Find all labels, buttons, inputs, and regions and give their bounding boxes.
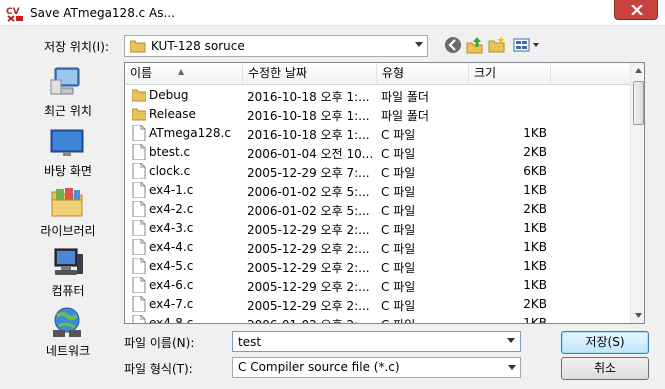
file-icon: [132, 296, 146, 312]
view-menu-icon: [513, 38, 539, 52]
folder-icon: [132, 89, 146, 102]
back-button[interactable]: [444, 36, 464, 56]
folder-icon: [130, 40, 146, 53]
save-button[interactable]: 저장(S): [561, 331, 649, 354]
column-header-name[interactable]: 이름 ▲: [125, 63, 243, 85]
file-row[interactable]: ATmega128.c 2016-10-18 오후 1:... C 파일 1KB: [125, 124, 630, 143]
file-type-select[interactable]: C Compiler source file (*.c): [232, 357, 521, 378]
file-row[interactable]: Debug 2016-10-18 오후 1:... 파일 폴더: [125, 86, 630, 105]
file-row[interactable]: clock.c 2005-12-29 오후 7:... C 파일 6KB: [125, 162, 630, 181]
file-icon: [132, 239, 146, 255]
new-folder-button[interactable]: [488, 36, 508, 56]
place-network[interactable]: 네트워크: [22, 304, 114, 360]
file-row[interactable]: Release 2016-10-18 오후 1:... 파일 폴더: [125, 105, 630, 124]
recent-places-icon: [50, 67, 80, 95]
cancel-button[interactable]: 취소: [561, 357, 649, 380]
save-in-value: KUT-128 soruce: [151, 39, 245, 53]
file-row[interactable]: ex4-5.c 2005-12-29 오후 2:... C 파일 1KB: [125, 257, 630, 276]
save-in-combobox[interactable]: KUT-128 soruce: [124, 35, 428, 57]
file-type-value: C Compiler source file (*.c): [238, 360, 400, 374]
cvavr-icon: CV: [6, 4, 24, 22]
folder-icon: [132, 108, 146, 121]
file-icon: [132, 201, 146, 217]
back-icon: [445, 37, 461, 53]
file-type-label: 파일 형식(T):: [124, 362, 193, 376]
file-row[interactable]: ex4-6.c 2005-12-29 오후 2:... C 파일 1KB: [125, 276, 630, 295]
place-network-label: 네트워크: [45, 344, 91, 358]
chevron-down-icon[interactable]: [507, 338, 515, 343]
desktop-icon: [50, 129, 84, 156]
chevron-down-icon: [415, 42, 423, 47]
file-row[interactable]: ex4-1.c 2006-01-02 오후 5:... C 파일 1KB: [125, 181, 630, 200]
svg-text:CV: CV: [6, 7, 20, 17]
file-list[interactable]: 이름 ▲ 수정한 날짜 유형 크기 Debug 2016-10-18 오후 1:…: [124, 62, 645, 324]
file-name-input[interactable]: [232, 331, 521, 352]
title-bar: CV Save ATmega128.c As...: [0, 0, 665, 26]
libraries-icon: [51, 188, 83, 217]
places-bar: 최근 위치 바탕 화면 라이브러리 컴퓨터 네트워크: [22, 62, 114, 362]
file-icon: [132, 182, 146, 198]
save-in-label: 저장 위치(I):: [44, 40, 109, 54]
column-type-label: 유형: [382, 66, 405, 80]
file-name-label: 파일 이름(N):: [124, 336, 195, 350]
computer-icon: [54, 248, 83, 275]
file-icon: [132, 220, 146, 236]
place-libraries[interactable]: 라이브러리: [22, 184, 114, 240]
column-header-type[interactable]: 유형: [377, 63, 469, 85]
place-computer[interactable]: 컴퓨터: [22, 244, 114, 300]
close-icon: [631, 5, 643, 15]
place-libraries-label: 라이브러리: [40, 224, 96, 238]
sort-arrow-icon: ▲: [178, 67, 185, 76]
vertical-scrollbar[interactable]: [630, 63, 645, 323]
chevron-down-icon: [508, 365, 516, 370]
file-icon: [132, 125, 146, 141]
file-icon: [132, 163, 146, 179]
up-one-level-button[interactable]: [466, 36, 486, 56]
scroll-up-arrow-icon[interactable]: [631, 63, 645, 79]
column-name-label: 이름: [130, 66, 153, 80]
file-row[interactable]: ex4-2.c 2006-01-02 오후 5:... C 파일 2KB: [125, 200, 630, 219]
window-title: Save ATmega128.c As...: [30, 6, 175, 20]
scrollbar-thumb[interactable]: [633, 81, 644, 125]
file-row[interactable]: ex4-4.c 2005-12-29 오후 2:... C 파일 1KB: [125, 238, 630, 257]
place-computer-label: 컴퓨터: [51, 284, 85, 298]
column-header-date[interactable]: 수정한 날짜: [243, 63, 377, 85]
column-header-size[interactable]: 크기: [469, 63, 551, 85]
file-row[interactable]: ex4-3.c 2005-12-29 오후 2:... C 파일 1KB: [125, 219, 630, 238]
network-icon: [53, 307, 81, 337]
view-menu-button[interactable]: [513, 36, 541, 56]
file-icon: [132, 258, 146, 274]
column-date-label: 수정한 날짜: [248, 66, 308, 80]
column-header-row: 이름 ▲ 수정한 날짜 유형 크기: [125, 63, 630, 85]
file-icon: [132, 315, 146, 323]
column-size-label: 크기: [474, 66, 497, 80]
place-recent[interactable]: 최근 위치: [22, 64, 114, 120]
scroll-down-arrow-icon[interactable]: [631, 307, 645, 323]
file-row[interactable]: ex4-7.c 2005-12-29 오후 2:... C 파일 2KB: [125, 295, 630, 314]
place-desktop-label: 바탕 화면: [44, 164, 92, 178]
up-folder-icon: [466, 37, 483, 54]
new-folder-icon: [488, 36, 505, 53]
file-row[interactable]: ex4-8.c 2006-01-02 오후 2:... C 파일 1KB: [125, 314, 630, 323]
close-button[interactable]: [614, 0, 658, 20]
place-desktop[interactable]: 바탕 화면: [22, 124, 114, 180]
file-row[interactable]: btest.c 2006-01-04 오전 10... C 파일 2KB: [125, 143, 630, 162]
place-recent-label: 최근 위치: [44, 104, 92, 118]
file-icon: [132, 277, 146, 293]
file-icon: [132, 144, 146, 160]
